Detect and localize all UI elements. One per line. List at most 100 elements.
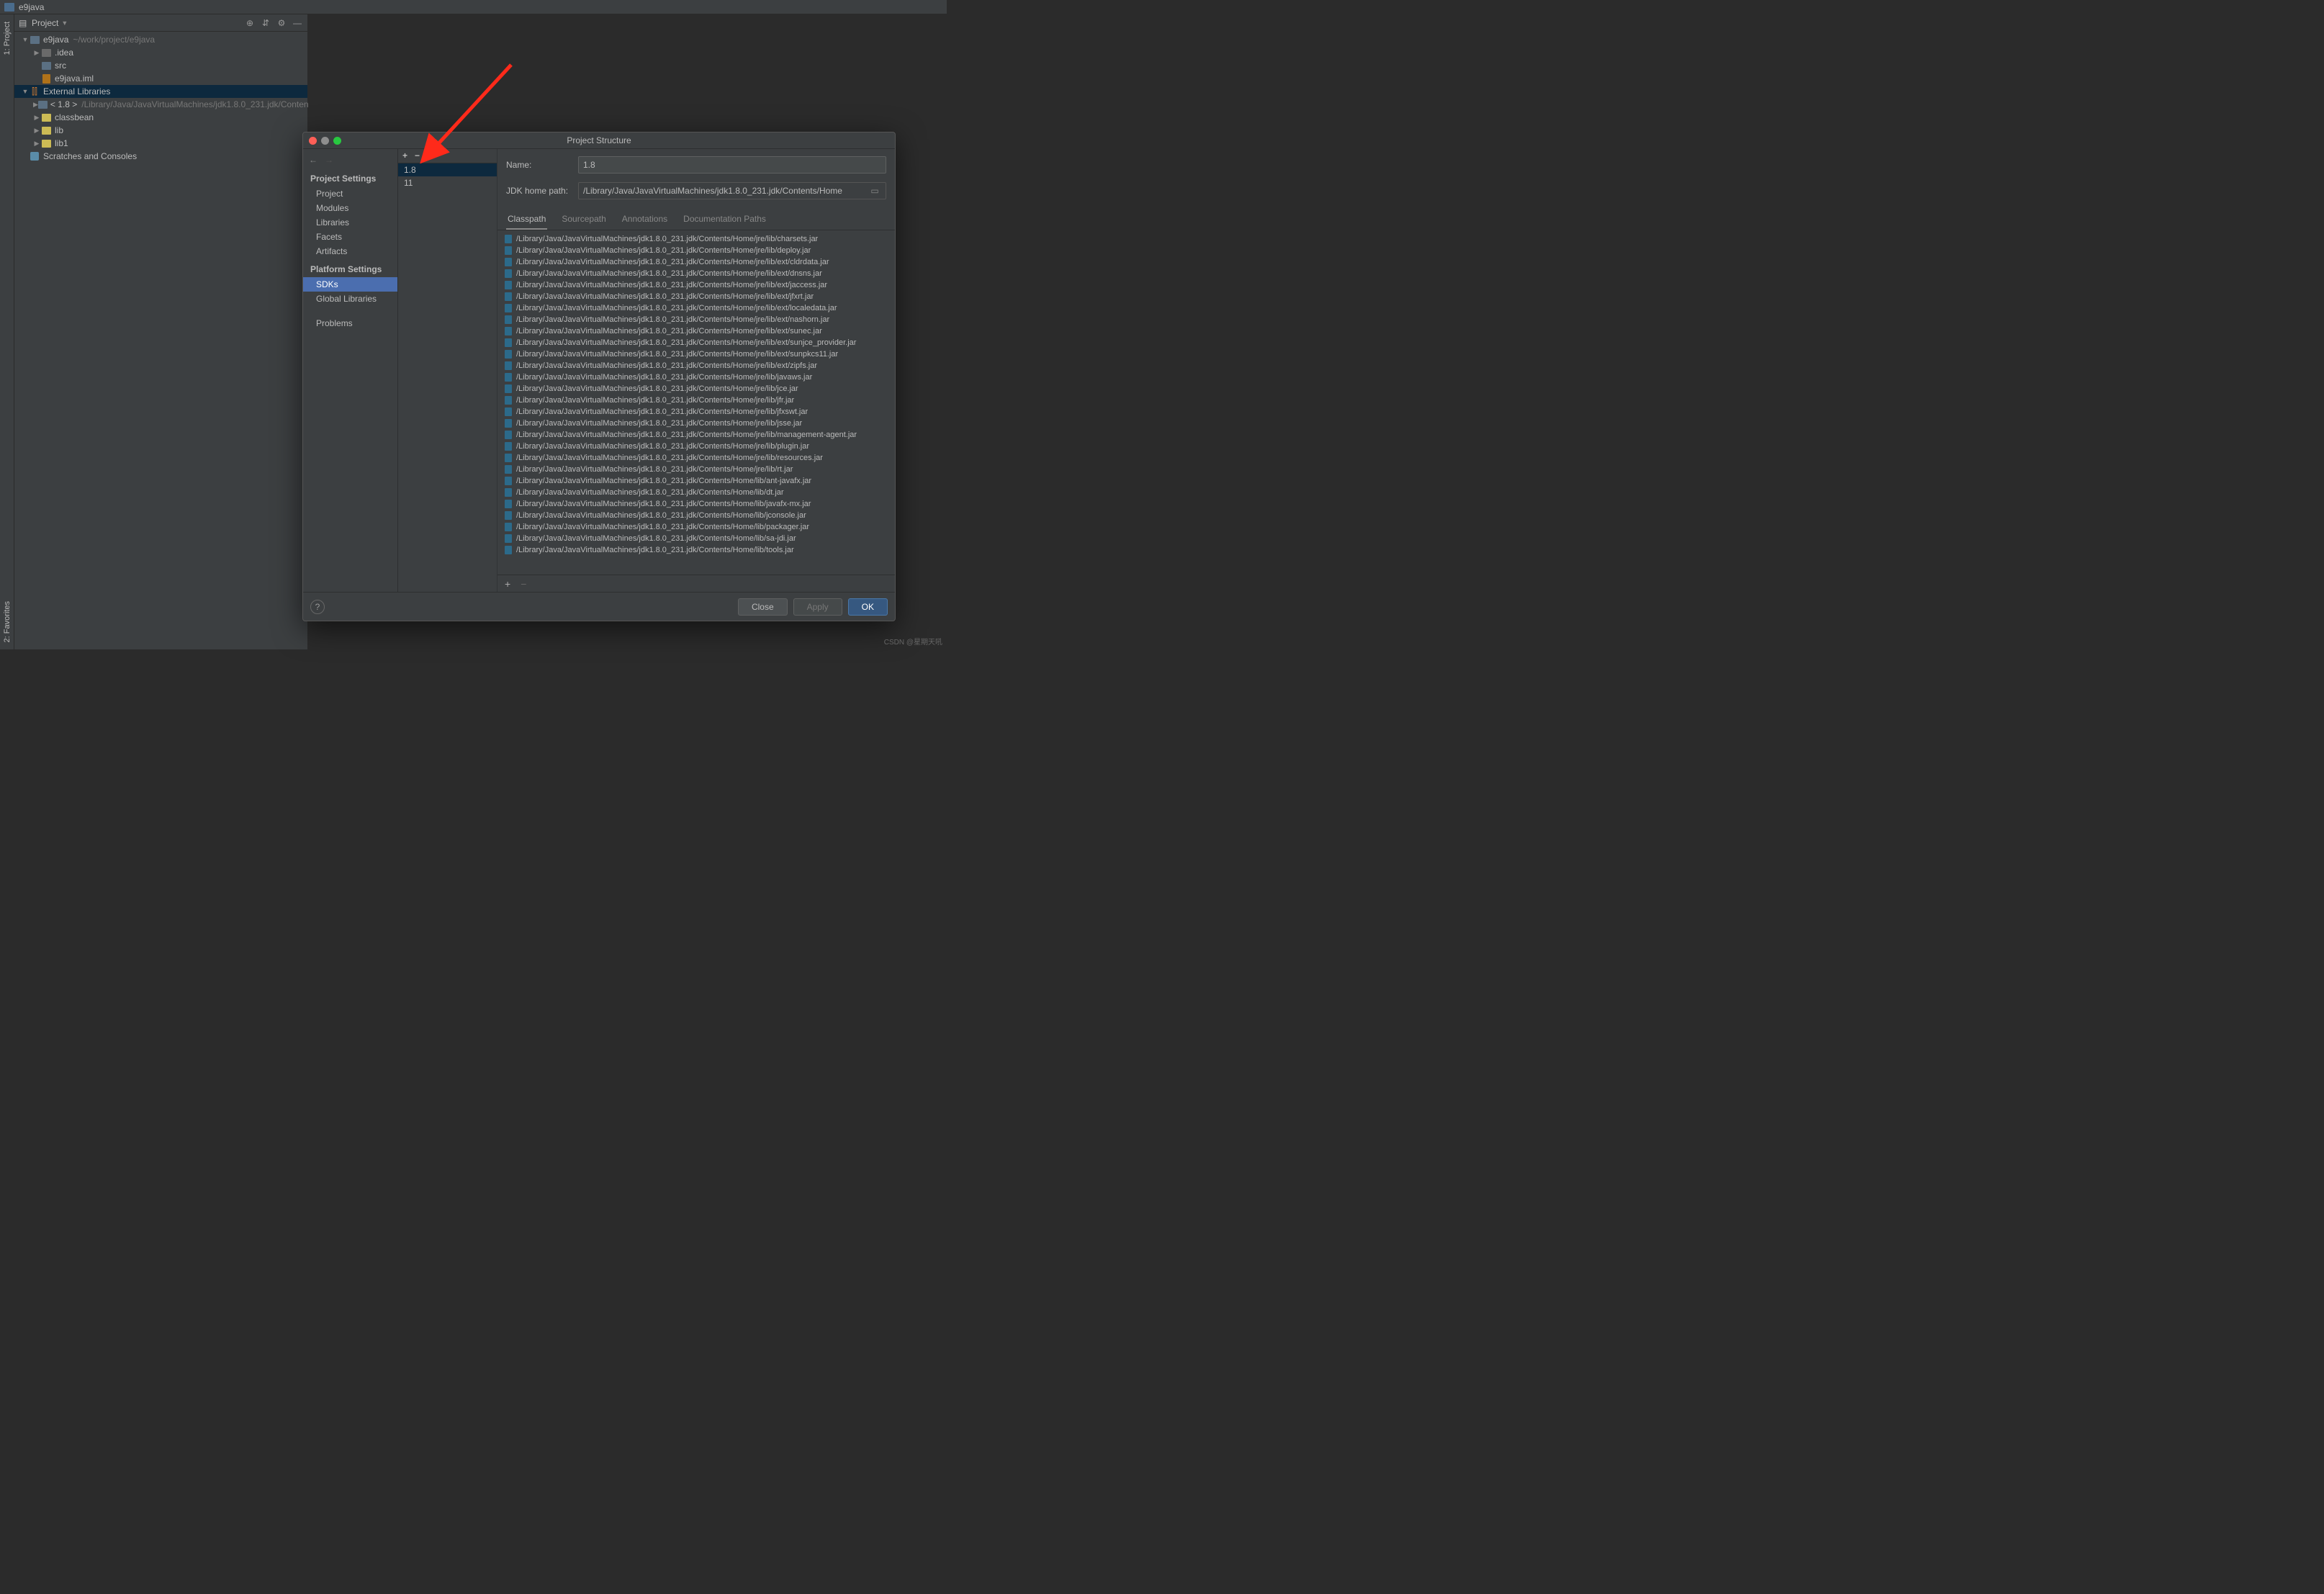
classpath-row[interactable]: /Library/Java/JavaVirtualMachines/jdk1.8… — [497, 348, 895, 360]
classpath-row[interactable]: /Library/Java/JavaVirtualMachines/jdk1.8… — [497, 406, 895, 418]
expand-arrow-icon[interactable]: ▶ — [33, 114, 40, 122]
classpath-row[interactable]: /Library/Java/JavaVirtualMachines/jdk1.8… — [497, 314, 895, 325]
tree-item-jdk[interactable]: ▶ < 1.8 > /Library/Java/JavaVirtualMachi… — [14, 98, 307, 111]
tree-hint: /Library/Java/JavaVirtualMachines/jdk1.8… — [81, 99, 324, 109]
project-tool-tab[interactable]: 1: Project — [3, 14, 12, 62]
tree-item-lib1[interactable]: ▶ lib1 — [14, 137, 307, 150]
gear-icon[interactable]: ⚙ — [276, 17, 287, 29]
classpath-text: /Library/Java/JavaVirtualMachines/jdk1.8… — [516, 304, 837, 312]
nav-forward-icon[interactable]: → — [325, 155, 333, 165]
tree-item-external-libraries[interactable]: ▼ ⫿⫿ External Libraries — [14, 85, 307, 98]
name-field[interactable]: 1.8 — [578, 156, 886, 174]
tab-documentation[interactable]: Documentation Paths — [682, 211, 767, 230]
tree-root[interactable]: ▼ e9java ~/work/project/e9java — [14, 33, 307, 46]
locate-icon[interactable]: ⊕ — [244, 17, 256, 29]
add-sdk-icon[interactable]: + — [402, 150, 407, 161]
classpath-text: /Library/Java/JavaVirtualMachines/jdk1.8… — [516, 361, 817, 370]
expand-all-icon[interactable]: ⇵ — [260, 17, 271, 29]
classpath-row[interactable]: /Library/Java/JavaVirtualMachines/jdk1.8… — [497, 233, 895, 245]
expand-arrow-icon[interactable]: ▼ — [22, 36, 29, 43]
classpath-list[interactable]: /Library/Java/JavaVirtualMachines/jdk1.8… — [497, 230, 895, 575]
add-classpath-icon[interactable]: + — [505, 578, 510, 590]
nav-item-facets[interactable]: Facets — [303, 230, 397, 244]
tab-sourcepath[interactable]: Sourcepath — [560, 211, 607, 230]
chevron-down-icon[interactable]: ▼ — [61, 19, 68, 27]
expand-arrow-icon[interactable]: ▶ — [33, 49, 40, 57]
remove-sdk-icon[interactable]: − — [415, 150, 420, 161]
classpath-row[interactable]: /Library/Java/JavaVirtualMachines/jdk1.8… — [497, 533, 895, 544]
nav-item-global-libraries[interactable]: Global Libraries — [303, 292, 397, 306]
classpath-row[interactable]: /Library/Java/JavaVirtualMachines/jdk1.8… — [497, 302, 895, 314]
tab-classpath[interactable]: Classpath — [506, 211, 547, 230]
expand-arrow-icon[interactable]: ▶ — [33, 101, 38, 109]
jar-icon — [505, 523, 512, 531]
classpath-row[interactable]: /Library/Java/JavaVirtualMachines/jdk1.8… — [497, 452, 895, 464]
jar-icon — [505, 235, 512, 243]
classpath-row[interactable]: /Library/Java/JavaVirtualMachines/jdk1.8… — [497, 372, 895, 383]
classpath-row[interactable]: /Library/Java/JavaVirtualMachines/jdk1.8… — [497, 325, 895, 337]
nav-back-icon[interactable]: ← — [309, 155, 317, 165]
breadcrumb-project[interactable]: e9java — [19, 2, 44, 12]
jar-icon — [505, 442, 512, 451]
jar-icon — [505, 488, 512, 497]
classpath-row[interactable]: /Library/Java/JavaVirtualMachines/jdk1.8… — [497, 429, 895, 441]
expand-arrow-icon[interactable]: ▼ — [22, 88, 29, 95]
classpath-row[interactable]: /Library/Java/JavaVirtualMachines/jdk1.8… — [497, 268, 895, 279]
remove-classpath-icon[interactable]: − — [521, 578, 526, 590]
classpath-row[interactable]: /Library/Java/JavaVirtualMachines/jdk1.8… — [497, 383, 895, 395]
close-window-icon[interactable] — [309, 137, 317, 145]
classpath-row[interactable]: /Library/Java/JavaVirtualMachines/jdk1.8… — [497, 337, 895, 348]
ok-button[interactable]: OK — [848, 598, 888, 616]
classpath-row[interactable]: /Library/Java/JavaVirtualMachines/jdk1.8… — [497, 245, 895, 256]
library-group-icon: ⫿⫿ — [29, 86, 40, 96]
hide-icon[interactable]: — — [292, 17, 303, 29]
home-path-field[interactable]: /Library/Java/JavaVirtualMachines/jdk1.8… — [578, 182, 886, 199]
classpath-row[interactable]: /Library/Java/JavaVirtualMachines/jdk1.8… — [497, 441, 895, 452]
classpath-row[interactable]: /Library/Java/JavaVirtualMachines/jdk1.8… — [497, 256, 895, 268]
favorites-tool-tab[interactable]: 2: Favorites — [3, 594, 12, 649]
classpath-row[interactable]: /Library/Java/JavaVirtualMachines/jdk1.8… — [497, 464, 895, 475]
tree-item-lib[interactable]: ▶ lib — [14, 124, 307, 137]
nav-item-problems[interactable]: Problems — [303, 316, 397, 330]
tree-item-src[interactable]: src — [14, 59, 307, 72]
tree-item-scratches[interactable]: Scratches and Consoles — [14, 150, 307, 163]
classpath-row[interactable]: /Library/Java/JavaVirtualMachines/jdk1.8… — [497, 291, 895, 302]
classpath-row[interactable]: /Library/Java/JavaVirtualMachines/jdk1.8… — [497, 279, 895, 291]
classpath-text: /Library/Java/JavaVirtualMachines/jdk1.8… — [516, 373, 812, 382]
classpath-row[interactable]: /Library/Java/JavaVirtualMachines/jdk1.8… — [497, 395, 895, 406]
tab-annotations[interactable]: Annotations — [621, 211, 669, 230]
classpath-row[interactable]: /Library/Java/JavaVirtualMachines/jdk1.8… — [497, 498, 895, 510]
expand-arrow-icon[interactable]: ▶ — [33, 127, 40, 135]
classpath-text: /Library/Java/JavaVirtualMachines/jdk1.8… — [516, 511, 806, 520]
minimize-window-icon[interactable] — [321, 137, 329, 145]
sdk-list-panel: + − 1.811 — [398, 149, 497, 592]
classpath-row[interactable]: /Library/Java/JavaVirtualMachines/jdk1.8… — [497, 521, 895, 533]
classpath-row[interactable]: /Library/Java/JavaVirtualMachines/jdk1.8… — [497, 475, 895, 487]
dialog-titlebar[interactable]: Project Structure — [303, 132, 895, 148]
nav-item-modules[interactable]: Modules — [303, 201, 397, 215]
nav-item-libraries[interactable]: Libraries — [303, 215, 397, 230]
zoom-window-icon[interactable] — [333, 137, 341, 145]
close-button[interactable]: Close — [738, 598, 788, 616]
browse-icon[interactable]: ▭ — [868, 186, 881, 196]
tree-item-classbean[interactable]: ▶ classbean — [14, 111, 307, 124]
project-view-label[interactable]: Project — [32, 18, 58, 28]
nav-item-artifacts[interactable]: Artifacts — [303, 244, 397, 258]
project-structure-dialog: Project Structure ← → Project Settings P… — [302, 132, 896, 621]
classpath-row[interactable]: /Library/Java/JavaVirtualMachines/jdk1.8… — [497, 544, 895, 556]
classpath-row[interactable]: /Library/Java/JavaVirtualMachines/jdk1.8… — [497, 418, 895, 429]
sdk-item[interactable]: 11 — [398, 176, 497, 189]
classpath-text: /Library/Java/JavaVirtualMachines/jdk1.8… — [516, 235, 818, 243]
apply-button[interactable]: Apply — [793, 598, 842, 616]
classpath-row[interactable]: /Library/Java/JavaVirtualMachines/jdk1.8… — [497, 360, 895, 372]
expand-arrow-icon[interactable]: ▶ — [33, 140, 40, 148]
tree-item-iml[interactable]: e9java.iml — [14, 72, 307, 85]
classpath-row[interactable]: /Library/Java/JavaVirtualMachines/jdk1.8… — [497, 510, 895, 521]
nav-item-project[interactable]: Project — [303, 186, 397, 201]
sdk-item[interactable]: 1.8 — [398, 163, 497, 176]
classpath-text: /Library/Java/JavaVirtualMachines/jdk1.8… — [516, 431, 857, 439]
tree-item-idea[interactable]: ▶ .idea — [14, 46, 307, 59]
nav-item-sdks[interactable]: SDKs — [303, 277, 397, 292]
help-icon[interactable]: ? — [310, 600, 325, 614]
classpath-row[interactable]: /Library/Java/JavaVirtualMachines/jdk1.8… — [497, 487, 895, 498]
